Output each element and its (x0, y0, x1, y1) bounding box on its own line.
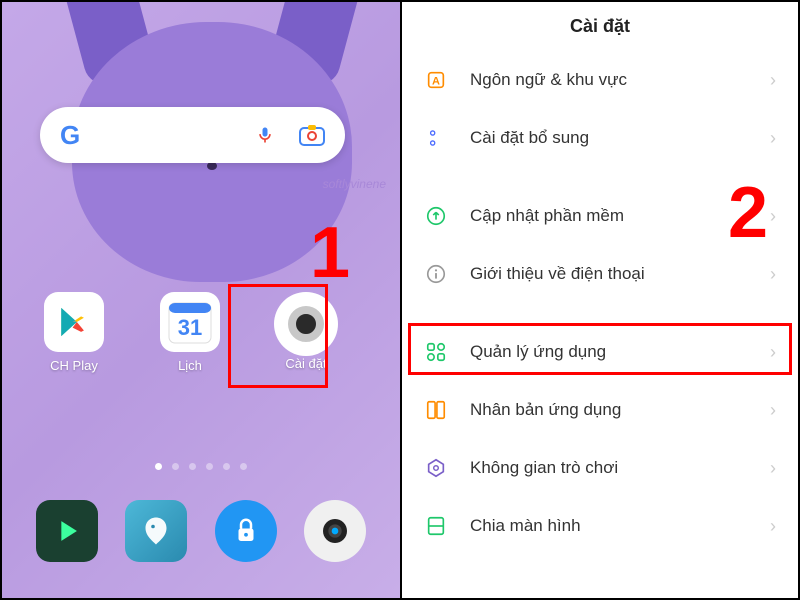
page-title: Cài đặt (402, 2, 798, 51)
svg-text:A: A (432, 76, 440, 88)
settings-item-game-space[interactable]: Không gian trò chơi › (402, 439, 798, 497)
page-indicator[interactable] (155, 463, 247, 470)
step-number-1: 1 (310, 212, 350, 294)
chevron-right-icon: › (770, 206, 776, 227)
svg-text:31: 31 (178, 315, 202, 340)
item-label: Cài đặt bổ sung (470, 128, 770, 148)
app-label: Lịch (178, 358, 202, 373)
google-search-bar[interactable]: G (40, 107, 345, 163)
additional-icon (424, 126, 448, 150)
app-label: CH Play (50, 358, 98, 373)
item-label: Chia màn hình (470, 516, 770, 536)
tutorial-highlight-2 (408, 323, 792, 375)
play-store-icon (44, 292, 104, 352)
settings-item-split-screen[interactable]: Chia màn hình › (402, 497, 798, 555)
wallpaper-watermark: softlyvinene (323, 177, 386, 191)
chevron-right-icon: › (770, 400, 776, 421)
game-icon (424, 456, 448, 480)
chevron-right-icon: › (770, 458, 776, 479)
home-screen: softlyvinene G CH Play 31 Lịch (2, 2, 400, 598)
item-label: Nhân bản ứng dụng (470, 400, 770, 420)
calendar-icon: 31 (160, 292, 220, 352)
settings-item-clone[interactable]: Nhân bản ứng dụng › (402, 381, 798, 439)
dock (2, 500, 400, 568)
item-label: Không gian trò chơi (470, 458, 770, 478)
step-number-2: 2 (728, 172, 768, 254)
mic-icon[interactable] (255, 123, 275, 147)
settings-item-language[interactable]: A Ngôn ngữ & khu vực › (402, 51, 798, 109)
settings-item-additional[interactable]: Cài đặt bổ sung › (402, 109, 798, 167)
chevron-right-icon: › (770, 128, 776, 149)
google-logo-icon: G (60, 120, 80, 151)
chevron-right-icon: › (770, 70, 776, 91)
app-calendar[interactable]: 31 Lịch (152, 292, 228, 373)
item-label: Giới thiệu về điện thoại (470, 264, 770, 284)
clone-icon (424, 398, 448, 422)
lens-icon[interactable] (299, 124, 325, 146)
update-icon (424, 204, 448, 228)
item-label: Cập nhật phần mềm (470, 206, 770, 226)
dock-app-3[interactable] (215, 500, 277, 562)
dock-app-2[interactable] (125, 500, 187, 562)
language-icon: A (424, 68, 448, 92)
dock-app-4[interactable] (304, 500, 366, 562)
tutorial-highlight-1 (228, 284, 328, 388)
settings-screen: Cài đặt A Ngôn ngữ & khu vực › Cài đặt b… (400, 2, 798, 598)
app-ch-play[interactable]: CH Play (36, 292, 112, 373)
item-label: Ngôn ngữ & khu vực (470, 70, 770, 90)
chevron-right-icon: › (770, 516, 776, 537)
dock-app-1[interactable] (36, 500, 98, 562)
chevron-right-icon: › (770, 264, 776, 285)
split-screen-icon (424, 514, 448, 538)
info-icon (424, 262, 448, 286)
